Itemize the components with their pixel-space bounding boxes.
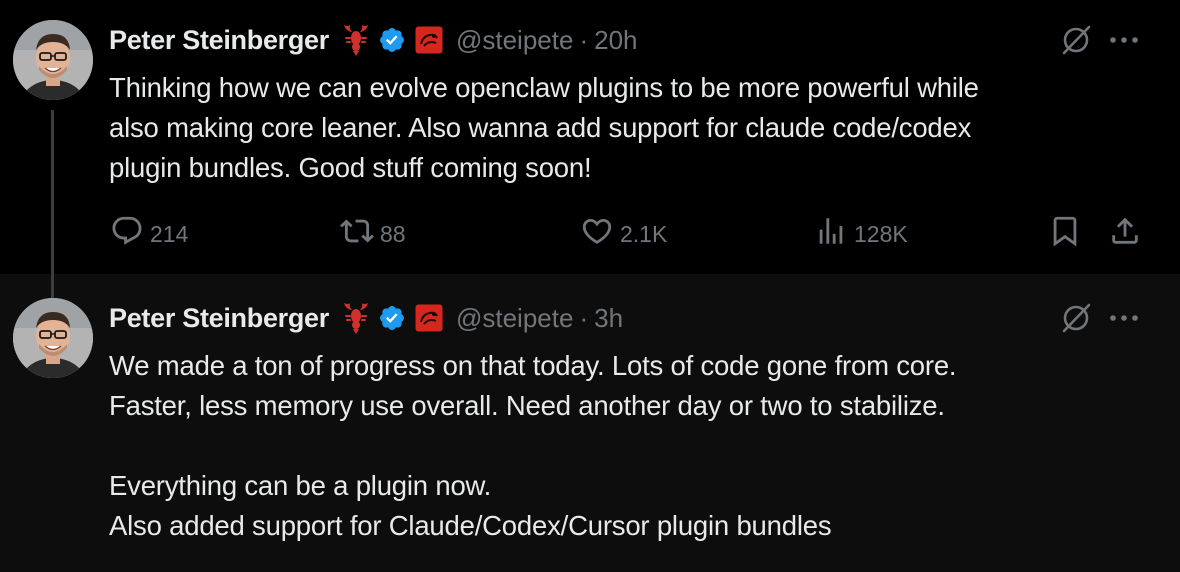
share-icon (1108, 214, 1142, 254)
timestamp[interactable]: 3h (594, 303, 623, 334)
reply-icon (110, 214, 144, 254)
tweet-text-line: We made a ton of progress on that today.… (109, 350, 957, 381)
tweet[interactable]: Peter Steinberger (0, 274, 1180, 572)
avatar[interactable] (13, 20, 93, 100)
lobster-emoji-icon (341, 24, 371, 56)
bookmark-button[interactable] (1048, 214, 1082, 254)
repost-icon (340, 214, 374, 254)
separator-dot: · (579, 302, 589, 333)
tweet[interactable]: Peter Steinberger (0, 0, 1180, 274)
tweet-text: We made a ton of progress on that today.… (109, 346, 1129, 546)
separator-dot: · (579, 24, 589, 55)
author-handle[interactable]: @steipete (456, 303, 573, 334)
affiliate-badge-icon[interactable] (415, 26, 443, 54)
like-button[interactable]: 2.1K (580, 214, 667, 254)
tweet-text-line: Also added support for Claude/Codex/Curs… (109, 510, 832, 541)
repost-button[interactable]: 88 (340, 214, 406, 254)
views-button[interactable]: 128K (814, 214, 908, 254)
tweet-actions: 214 88 2.1K 128K (0, 214, 1180, 254)
verified-badge-icon[interactable] (378, 304, 406, 332)
affiliate-badge-icon[interactable] (415, 304, 443, 332)
tweet-text: Thinking how we can evolve openclaw plug… (109, 68, 1129, 188)
tweet-text-line: plugin bundles. Good stuff coming soon! (109, 152, 592, 183)
timestamp[interactable]: 20h (594, 25, 637, 56)
tweet-header: Peter Steinberger (109, 300, 623, 336)
author-name[interactable]: Peter Steinberger (109, 303, 329, 334)
verified-badge-icon[interactable] (378, 26, 406, 54)
avatar[interactable] (13, 298, 93, 378)
more-icon[interactable] (1106, 22, 1142, 58)
tweet-text-line: also making core leaner. Also wanna add … (109, 112, 972, 143)
share-button[interactable] (1108, 214, 1142, 254)
author-name[interactable]: Peter Steinberger (109, 25, 329, 56)
reply-button[interactable]: 214 (110, 214, 188, 254)
tweet-text-line: Everything can be a plugin now. (109, 470, 492, 501)
more-icon[interactable] (1106, 300, 1142, 336)
views-icon (814, 214, 848, 254)
views-count: 128K (854, 220, 908, 247)
tweet-text-line: Faster, less memory use overall. Need an… (109, 390, 945, 421)
repost-count: 88 (380, 220, 406, 247)
grok-icon[interactable] (1058, 22, 1094, 58)
tweet-text-line: Thinking how we can evolve openclaw plug… (109, 72, 979, 103)
like-count: 2.1K (620, 220, 668, 247)
tweet-header: Peter Steinberger (109, 22, 638, 58)
grok-icon[interactable] (1058, 300, 1094, 336)
thread-connector-line (51, 110, 54, 298)
bookmark-icon (1048, 214, 1082, 254)
reply-count: 214 (150, 220, 189, 247)
like-icon (580, 214, 614, 254)
lobster-emoji-icon (341, 302, 371, 334)
author-handle[interactable]: @steipete (456, 25, 573, 56)
